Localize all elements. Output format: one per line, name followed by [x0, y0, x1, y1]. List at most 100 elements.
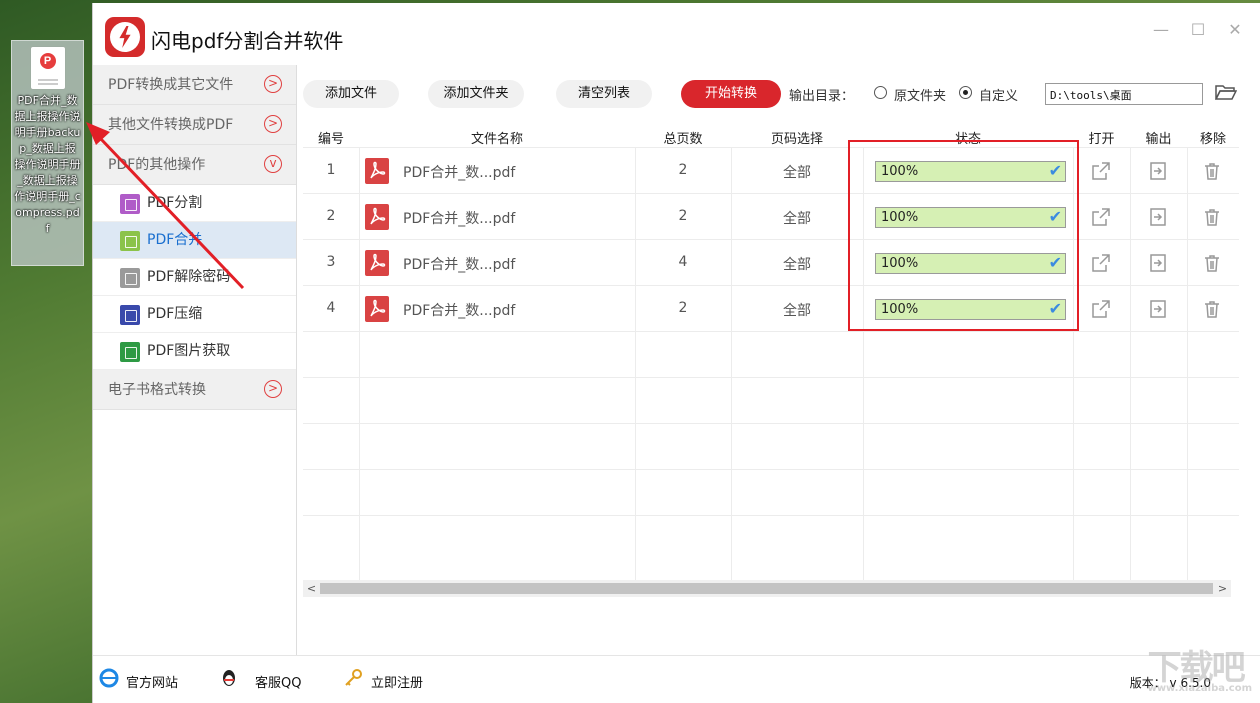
pdf-file-icon	[365, 296, 389, 322]
register-link[interactable]: 立即注册	[371, 672, 423, 691]
table-row: 3 PDF合并_数...pdf 4 全部 100% ✔	[303, 239, 1239, 285]
scroll-thumb[interactable]	[320, 583, 1213, 594]
sidebar-item-pdf-split[interactable]: PDF分割	[93, 185, 296, 222]
sidebar-group-other-to-pdf[interactable]: 其他文件转换成PDF >	[93, 105, 296, 145]
radio-custom-label: 自定义	[979, 89, 1019, 104]
table-row: 4 PDF合并_数...pdf 2 全部 100% ✔	[303, 285, 1239, 331]
support-qq-link[interactable]: 客服QQ	[255, 672, 301, 691]
open-external-icon[interactable]	[1091, 161, 1111, 181]
open-external-icon[interactable]	[1091, 253, 1111, 273]
page-range[interactable]: 全部	[731, 208, 863, 228]
sidebar-item-label: PDF合并	[147, 232, 203, 248]
trash-icon[interactable]	[1202, 207, 1222, 227]
trash-icon[interactable]	[1202, 253, 1222, 273]
scroll-left-icon[interactable]: <	[303, 580, 320, 597]
sidebar-item-label: PDF压缩	[147, 306, 203, 322]
sidebar-group-ebook[interactable]: 电子书格式转换 >	[93, 370, 296, 410]
folder-open-icon[interactable]	[1215, 83, 1237, 101]
page-range[interactable]: 全部	[731, 300, 863, 320]
page-count: 2	[678, 208, 688, 224]
output-path-input[interactable]: D:\tools\桌面	[1045, 83, 1203, 105]
output-icon[interactable]	[1148, 161, 1168, 181]
official-site-link[interactable]: 官方网站	[126, 672, 178, 691]
pdf-file-icon	[365, 158, 389, 184]
image-icon	[120, 342, 140, 362]
file-name: PDF合并_数...pdf	[403, 303, 516, 319]
browser-icon	[99, 668, 119, 688]
row-number: 3	[326, 254, 336, 270]
open-external-icon[interactable]	[1091, 207, 1111, 227]
col-name: 文件名称	[470, 132, 523, 147]
row-number: 4	[326, 300, 336, 316]
sidebar-group-label: 其他文件转换成PDF	[108, 117, 234, 133]
start-convert-button[interactable]: 开始转换	[681, 80, 781, 108]
sidebar-group-pdf-to-other[interactable]: PDF转换成其它文件 >	[93, 65, 296, 105]
file-table: 编号 文件名称 总页数 页码选择 状态 打开 输出 移除 1 PDF合并_数...…	[303, 125, 1239, 580]
trash-icon[interactable]	[1202, 299, 1222, 319]
page-range[interactable]: 全部	[731, 254, 863, 274]
output-icon[interactable]	[1148, 253, 1168, 273]
output-icon[interactable]	[1148, 299, 1168, 319]
page-count: 4	[678, 254, 688, 270]
lock-icon	[120, 268, 140, 288]
chevron-right-icon: >	[264, 115, 282, 133]
minimize-button[interactable]: —	[1150, 19, 1172, 41]
row-number: 2	[326, 208, 336, 224]
key-icon	[345, 669, 362, 686]
col-range: 页码选择	[770, 132, 823, 147]
add-folder-button[interactable]: 添加文件夹	[428, 80, 524, 108]
sidebar-item-pdf-unlock[interactable]: PDF解除密码	[93, 259, 296, 296]
sidebar-item-pdf-images[interactable]: PDF图片获取	[93, 333, 296, 370]
table-row	[303, 515, 1239, 561]
compress-icon	[120, 305, 140, 325]
footer: 官方网站 客服QQ 立即注册 版本： v 6.5.0	[93, 655, 1260, 703]
sidebar-item-pdf-merge[interactable]: PDF合并	[93, 222, 296, 259]
sidebar-group-label: 电子书格式转换	[108, 382, 206, 398]
page-count: 2	[678, 300, 688, 316]
sidebar-item-label: PDF图片获取	[147, 343, 231, 359]
col-output: 输出	[1145, 132, 1172, 147]
watermark-logo: 下载吧 www.xiazaiba.com	[1147, 648, 1252, 694]
sidebar-item-label: PDF解除密码	[147, 269, 231, 285]
sidebar: PDF转换成其它文件 > 其他文件转换成PDF > PDF的其他操作 v PDF…	[93, 65, 297, 655]
merge-icon	[120, 231, 140, 251]
col-no: 编号	[317, 132, 344, 147]
radio-custom[interactable]	[959, 86, 972, 99]
clear-list-button[interactable]: 清空列表	[556, 80, 652, 108]
output-dir-label: 输出目录：	[789, 89, 855, 104]
table-row: 2 PDF合并_数...pdf 2 全部 100% ✔	[303, 193, 1239, 239]
table-row	[303, 377, 1239, 423]
chevron-right-icon: >	[264, 75, 282, 93]
output-icon[interactable]	[1148, 207, 1168, 227]
sidebar-item-label: PDF分割	[147, 195, 203, 211]
horizontal-scrollbar[interactable]: < >	[303, 580, 1231, 597]
app-window: 闪电pdf分割合并软件 — ☐ ✕ PDF转换成其它文件 > 其他文件转换成PD…	[92, 3, 1260, 703]
close-button[interactable]: ✕	[1224, 19, 1246, 41]
file-name: PDF合并_数...pdf	[403, 257, 516, 273]
chevron-down-icon: v	[264, 155, 282, 173]
radio-original-folder[interactable]	[874, 86, 887, 99]
add-file-button[interactable]: 添加文件	[303, 80, 399, 108]
chevron-right-icon: >	[264, 380, 282, 398]
page-range[interactable]: 全部	[731, 162, 863, 182]
split-icon	[120, 194, 140, 214]
pdf-file-icon	[365, 204, 389, 230]
app-title: 闪电pdf分割合并软件	[151, 29, 344, 53]
desktop-file-icon[interactable]: P PDF合并_数据上报操作说明手册backup_数据上报操作说明手册_数据上报…	[11, 40, 84, 266]
sidebar-group-label: PDF的其他操作	[108, 157, 206, 173]
scroll-right-icon[interactable]: >	[1214, 580, 1231, 597]
trash-icon[interactable]	[1202, 161, 1222, 181]
title-bar: 闪电pdf分割合并软件 — ☐ ✕	[93, 3, 1260, 65]
sidebar-item-pdf-compress[interactable]: PDF压缩	[93, 296, 296, 333]
open-external-icon[interactable]	[1091, 299, 1111, 319]
row-number: 1	[326, 162, 336, 178]
sidebar-group-pdf-other-ops[interactable]: PDF的其他操作 v	[93, 145, 296, 185]
app-logo-icon	[105, 17, 145, 57]
file-name: PDF合并_数...pdf	[403, 165, 516, 181]
col-pages: 总页数	[663, 132, 703, 147]
table-row	[303, 331, 1239, 377]
maximize-button[interactable]: ☐	[1187, 19, 1209, 41]
table-header: 编号 文件名称 总页数 页码选择 状态 打开 输出 移除	[303, 125, 1239, 147]
col-remove: 移除	[1199, 132, 1226, 147]
table-row	[303, 469, 1239, 515]
